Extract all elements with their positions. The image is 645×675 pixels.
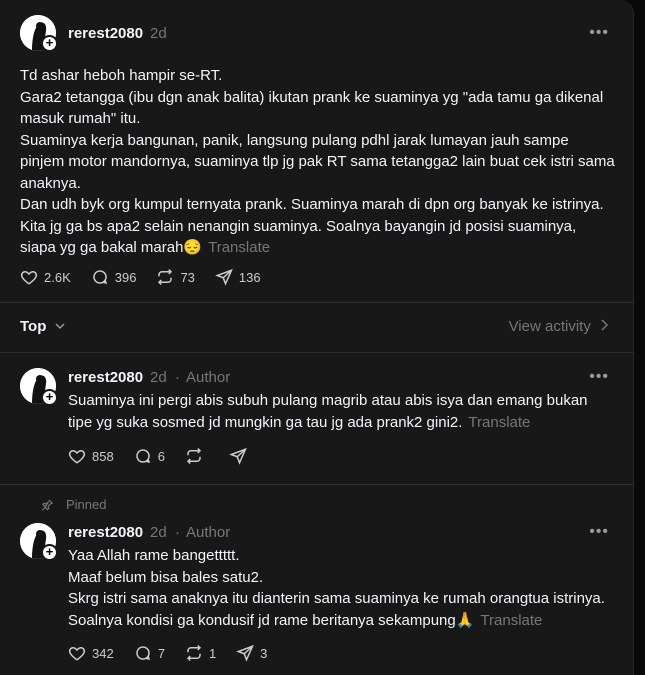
send-icon <box>229 447 247 465</box>
reply-time[interactable]: 2d <box>150 524 167 541</box>
more-horizontal-icon[interactable]: ••• <box>589 24 609 42</box>
like-button[interactable]: 342 <box>68 644 114 662</box>
comment-icon <box>93 270 107 285</box>
sort-dropdown[interactable]: Top <box>20 318 65 335</box>
pin-icon <box>41 498 54 511</box>
chevron-right-icon <box>601 319 609 331</box>
thread-panel: + rerest2080 2d ••• Td ashar heboh hampi… <box>0 0 634 675</box>
follow-plus-icon[interactable]: + <box>41 389 58 406</box>
translate-link[interactable]: Translate <box>480 612 542 629</box>
send-icon <box>236 644 255 662</box>
heart-icon <box>68 646 86 661</box>
repost-icon <box>186 447 201 465</box>
post-actions: 2.6K 396 73 136 <box>20 266 281 288</box>
repost-icon <box>158 268 173 286</box>
reply-count: 6 <box>157 448 165 464</box>
reply-body: Yaa Allah rame banget​tttt. Maaf belum b… <box>68 545 613 631</box>
view-activity-link[interactable]: View activity <box>509 318 609 335</box>
comment-icon <box>135 449 150 464</box>
author-separator: · <box>175 369 180 386</box>
heart-icon <box>20 270 38 285</box>
share-button[interactable] <box>229 447 253 465</box>
repost-button[interactable]: 1 <box>185 644 216 662</box>
sort-label: Top <box>20 318 47 335</box>
reply-body: Suaminya ini pergi abis subuh pulang mag… <box>68 390 608 433</box>
like-count: 2.6K <box>44 269 71 285</box>
send-icon <box>215 268 233 286</box>
repost-button[interactable] <box>185 447 209 465</box>
post-username[interactable]: rerest2080 <box>68 25 143 42</box>
reply-username[interactable]: rerest2080 <box>68 524 143 541</box>
post-text: Td ashar heboh hampir se-RT. Gara2 tetan… <box>20 67 615 256</box>
author-tag: Author <box>186 369 231 386</box>
divider <box>0 302 633 303</box>
divider <box>0 484 633 485</box>
share-button[interactable]: 3 <box>236 644 267 662</box>
like-button[interactable]: 2.6K <box>20 268 71 286</box>
heart-icon <box>68 449 86 464</box>
follow-plus-icon[interactable]: + <box>41 35 58 52</box>
post-time[interactable]: 2d <box>150 25 167 42</box>
comment-icon <box>135 646 150 661</box>
author-separator: · <box>175 524 180 541</box>
like-button[interactable]: 858 <box>68 447 114 465</box>
reply-count: 396 <box>114 269 137 285</box>
share-button[interactable]: 136 <box>215 268 261 286</box>
reply-actions: 858 6 <box>68 445 273 467</box>
share-count: 136 <box>238 269 261 285</box>
pinned-label: Pinned <box>40 497 106 512</box>
more-horizontal-icon[interactable]: ••• <box>589 523 609 541</box>
translate-link[interactable]: Translate <box>208 239 270 256</box>
reply-button[interactable]: 7 <box>134 644 165 662</box>
repost-button[interactable]: 73 <box>156 268 195 286</box>
like-count: 342 <box>92 645 114 661</box>
more-horizontal-icon[interactable]: ••• <box>589 368 609 386</box>
repost-count: 73 <box>180 269 195 285</box>
like-count: 858 <box>92 448 114 464</box>
share-count: 3 <box>260 645 268 661</box>
view-activity-label: View activity <box>508 318 591 335</box>
repost-count: 1 <box>208 645 217 661</box>
reply-time[interactable]: 2d <box>150 369 167 386</box>
repost-icon <box>186 644 201 662</box>
reply-count: 7 <box>157 645 165 661</box>
chevron-down-icon <box>55 323 65 330</box>
reply-username[interactable]: rerest2080 <box>68 369 143 386</box>
reply-actions: 342 7 1 3 <box>68 642 287 664</box>
translate-link[interactable]: Translate <box>468 414 530 431</box>
author-tag: Author <box>186 524 231 541</box>
follow-plus-icon[interactable]: + <box>41 544 58 561</box>
reply-button[interactable]: 396 <box>91 268 137 286</box>
reply-button[interactable]: 6 <box>134 447 165 465</box>
divider <box>0 352 633 353</box>
post-body: Td ashar heboh hampir se-RT. Gara2 tetan… <box>20 65 615 259</box>
pinned-text: Pinned <box>66 497 107 512</box>
